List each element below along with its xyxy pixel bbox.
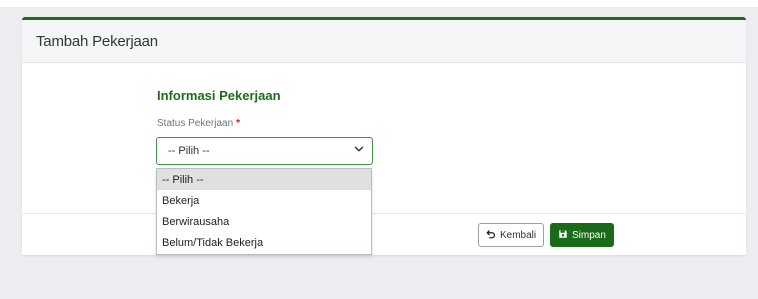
floppy-disk-icon: [558, 229, 568, 242]
undo-icon: [486, 229, 496, 242]
dropdown-option[interactable]: Belum/Tidak Bekerja: [157, 232, 371, 253]
dropdown-option[interactable]: Bekerja: [157, 190, 371, 211]
status-select[interactable]: -- Pilih --: [156, 137, 373, 165]
chevron-down-icon: [352, 142, 372, 161]
dropdown-option[interactable]: -- Pilih --: [157, 169, 371, 190]
save-button-label: Simpan: [572, 229, 606, 241]
status-dropdown-list: -- Pilih -- Bekerja Berwirausaha Belum/T…: [156, 168, 372, 255]
back-button-label: Kembali: [500, 229, 537, 241]
card-header: Tambah Pekerjaan: [22, 20, 746, 63]
save-button[interactable]: Simpan: [550, 223, 614, 247]
status-select-value: -- Pilih --: [168, 145, 210, 157]
card-body: Informasi Pekerjaan Status Pekerjaan * --…: [22, 63, 746, 213]
page-title: Tambah Pekerjaan: [36, 32, 158, 50]
status-label-text: Status Pekerjaan: [157, 118, 234, 129]
required-marker: *: [236, 118, 241, 129]
card-footer: Kembali Simpan: [22, 213, 746, 255]
section-title: Informasi Pekerjaan: [157, 88, 281, 103]
back-button[interactable]: Kembali: [478, 223, 545, 247]
status-field-label: Status Pekerjaan *: [157, 118, 240, 129]
dropdown-option[interactable]: Berwirausaha: [157, 211, 371, 232]
top-strip: [0, 0, 758, 7]
form-card: Tambah Pekerjaan Informasi Pekerjaan Sta…: [22, 17, 746, 255]
